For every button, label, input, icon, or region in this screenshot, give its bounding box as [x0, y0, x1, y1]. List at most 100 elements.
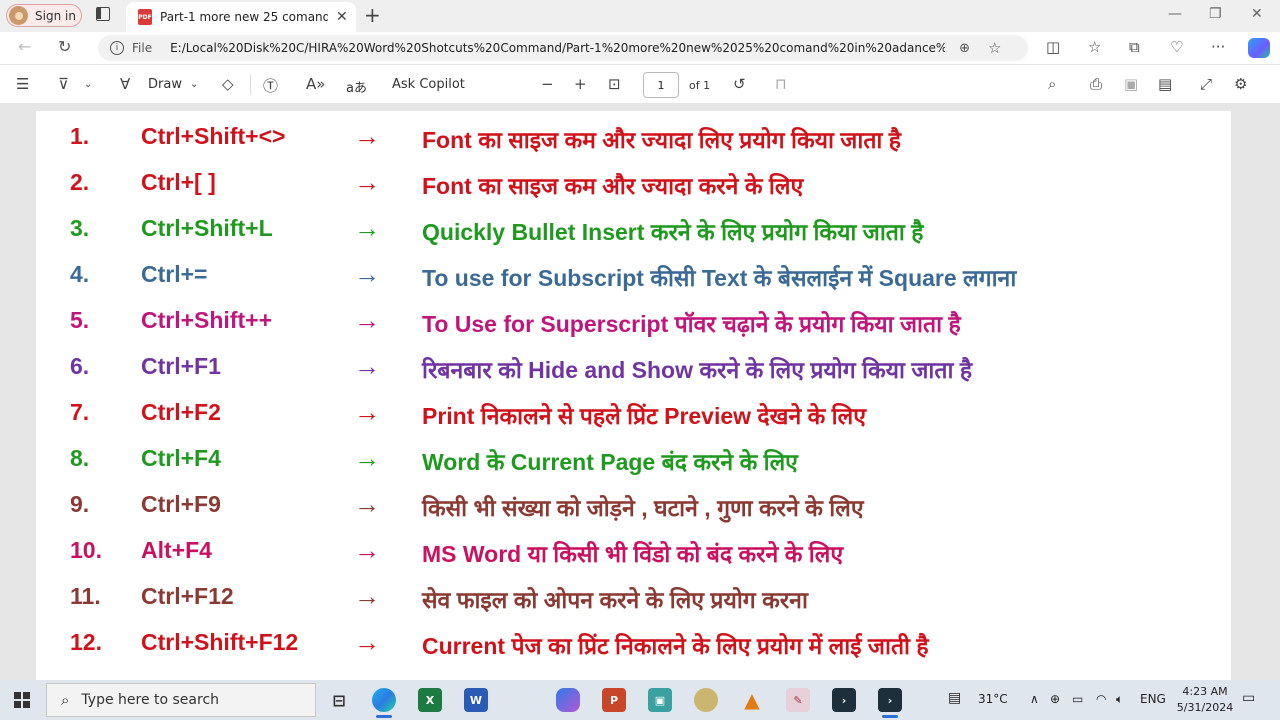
favorite-star-icon[interactable]: ☆: [988, 39, 1001, 57]
copilot-app-icon[interactable]: [556, 688, 580, 712]
active-tab[interactable]: PDF Part-1 more new 25 comand in a ✕: [126, 2, 356, 32]
shortcut-keys: Ctrl+F1: [141, 353, 221, 379]
terminal-app-icon[interactable]: ›: [832, 688, 856, 712]
word-icon[interactable]: W: [464, 688, 488, 712]
excel-icon[interactable]: X: [418, 688, 442, 712]
restore-icon[interactable]: ❐: [1209, 6, 1222, 22]
clock-time: 4:23 AM: [1182, 685, 1228, 698]
print-icon[interactable]: ⎙: [1090, 75, 1102, 93]
zoom-out-icon[interactable]: −: [541, 75, 554, 93]
page-number-input[interactable]: 1: [643, 72, 679, 98]
shortcut-keys: Ctrl+F2: [141, 399, 221, 425]
rotate-icon[interactable]: ↺: [733, 75, 746, 93]
volume-icon[interactable]: 🔈︎: [1116, 692, 1123, 707]
pdf-toolbar: ☰ ⊽ ⌄ ∀ Draw ⌄ ◇ Ⓣ A» aあ Ask Copilot − +…: [0, 64, 1280, 104]
draw-button[interactable]: Draw: [148, 77, 182, 92]
clock-date: 5/31/2024: [1176, 701, 1234, 714]
shortcut-description: सेव फाइल को ओपन करने के लिए प्रयोग करना: [422, 587, 808, 613]
paint-app-icon[interactable]: ✎: [786, 688, 810, 712]
show-hidden-icons-icon[interactable]: ∧: [1030, 692, 1039, 706]
shortcut-keys: Ctrl+[ ]: [141, 169, 216, 195]
close-tab-icon[interactable]: ✕: [336, 9, 348, 25]
language-indicator[interactable]: ENG: [1140, 692, 1166, 706]
shortcut-keys: Ctrl+F12: [141, 583, 234, 609]
task-view-icon[interactable]: ⊟: [327, 688, 351, 712]
translate-button[interactable]: aあ: [346, 77, 367, 96]
settings-gear-icon[interactable]: ⚙: [1234, 75, 1247, 93]
search-icon[interactable]: ⌕: [1048, 75, 1056, 93]
network-globe-icon[interactable]: ⊕: [1050, 692, 1060, 706]
pdf-viewer[interactable]: 1. Ctrl+Shift+<> → Font का साइज कम और ज्याद…: [0, 104, 1280, 680]
screen-recorder-icon[interactable]: ▣: [648, 688, 672, 712]
shortcut-number: 4.: [70, 261, 90, 287]
taskbar-search-box[interactable]: ⌕ Type here to search: [46, 683, 316, 717]
sign-in-button[interactable]: Sign in: [6, 4, 82, 27]
temperature-label[interactable]: 31°C: [978, 692, 1008, 706]
ask-copilot-button[interactable]: Ask Copilot: [392, 77, 465, 92]
shortcut-number: 6.: [70, 353, 90, 379]
minimize-icon[interactable]: —: [1168, 6, 1182, 22]
pdf-icon: PDF: [138, 9, 152, 25]
save-icon[interactable]: ▣: [1124, 75, 1138, 93]
refresh-icon[interactable]: ↻: [58, 37, 71, 56]
contents-icon[interactable]: ☰: [16, 75, 29, 93]
fullscreen-icon[interactable]: ⤢: [1200, 75, 1212, 93]
vlc-icon[interactable]: ▲: [740, 688, 764, 712]
shortcut-description: Print निकालने से पहले प्रिंट Preview देख…: [422, 403, 866, 429]
file-label: File: [132, 41, 153, 55]
collections-icon[interactable]: ⧉: [1129, 38, 1140, 56]
shortcut-number: 2.: [70, 169, 90, 195]
shortcut-keys: Alt+F4: [141, 537, 212, 563]
notifications-icon[interactable]: ▭: [1242, 690, 1255, 706]
zoom-in-icon[interactable]: +: [574, 75, 587, 93]
shortcut-keys: Ctrl+=: [141, 261, 208, 287]
browser-tab-bar: Sign in PDF Part-1 more new 25 comand in…: [0, 0, 1280, 32]
clock[interactable]: 4:23 AM 5/31/2024: [1175, 684, 1235, 716]
back-icon[interactable]: ←: [18, 37, 31, 56]
shortcut-keys: Ctrl+F9: [141, 491, 221, 517]
tab-title: Part-1 more new 25 comand in a: [160, 10, 328, 24]
add-text-icon[interactable]: Ⓣ: [263, 75, 278, 96]
favorites-icon[interactable]: ☆: [1088, 38, 1101, 56]
fit-page-icon[interactable]: ⊡: [608, 75, 621, 93]
highlight-icon[interactable]: ⊽: [58, 75, 69, 93]
wifi-icon[interactable]: ◠: [1096, 692, 1106, 706]
shortcut-row: 10. Alt+F4 → MS Word या किसी भी विंडो को बं…: [36, 535, 1231, 567]
highlight-chevron-down-icon[interactable]: ⌄: [84, 79, 92, 90]
info-icon[interactable]: i: [110, 41, 124, 55]
shortcut-description: Font का साइज कम और ज्यादा करने के लिए: [422, 173, 804, 199]
shortcut-row: 7. Ctrl+F2 → Print निकालने से पहले प्रिंट P…: [36, 397, 1231, 429]
arrow-icon: →: [354, 489, 380, 519]
more-options-icon[interactable]: ···: [1211, 38, 1225, 56]
powerpoint-icon[interactable]: P: [602, 688, 626, 712]
url-field[interactable]: i File E:/Local%20Disk%20C/HIRA%20Word%2…: [98, 35, 1028, 61]
arrow-icon: →: [354, 535, 380, 565]
new-tab-icon[interactable]: +: [364, 3, 381, 27]
display-icon[interactable]: ▭: [1072, 692, 1083, 706]
zoom-icon[interactable]: ⊕: [959, 41, 970, 56]
shortcut-number: 10.: [70, 537, 102, 563]
shortcut-keys: Ctrl+Shift+<>: [141, 123, 286, 149]
shortcut-description: Font का साइज कम और ज्यादा लिए प्रयोग किय…: [422, 127, 901, 153]
arrow-icon: →: [354, 443, 380, 473]
windows-start-icon[interactable]: [14, 692, 30, 708]
shortcut-number: 1.: [70, 123, 90, 149]
draw-icon[interactable]: ∀: [120, 75, 130, 93]
read-aloud-icon[interactable]: A»: [306, 75, 325, 93]
browser-essentials-icon[interactable]: ♡: [1170, 38, 1183, 56]
edge-browser-icon[interactable]: [372, 688, 396, 718]
disc-app-icon[interactable]: [694, 688, 718, 712]
tab-actions-icon[interactable]: [96, 7, 110, 21]
weather-icon[interactable]: ▤: [948, 690, 961, 706]
copilot-icon[interactable]: [1248, 38, 1270, 58]
draw-chevron-down-icon[interactable]: ⌄: [190, 79, 198, 90]
close-window-icon[interactable]: ✕: [1251, 6, 1263, 22]
shortcut-keys: Ctrl+F4: [141, 445, 221, 471]
save-as-icon[interactable]: ▤: [1158, 75, 1172, 93]
split-screen-icon[interactable]: ◫: [1046, 38, 1060, 56]
page-view-icon[interactable]: ⊓: [775, 75, 787, 93]
arrow-icon: →: [354, 121, 380, 151]
terminal-app-2-icon[interactable]: ›: [878, 688, 902, 718]
shortcut-number: 12.: [70, 629, 102, 655]
erase-icon[interactable]: ◇: [222, 75, 234, 93]
